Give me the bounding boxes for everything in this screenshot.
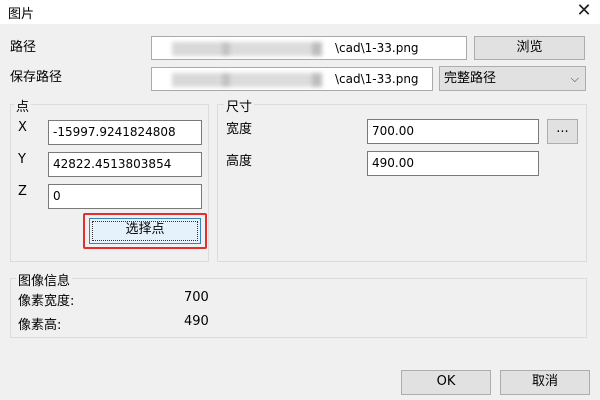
path-field[interactable]: \cad\1-33.png xyxy=(151,36,467,60)
height-label: 高度 xyxy=(226,154,253,169)
x-label: X xyxy=(18,120,27,135)
title-bar: 图片 ✕ xyxy=(0,0,600,24)
chevron-down-icon: ⌵ xyxy=(570,72,579,85)
height-input[interactable]: 490.00 xyxy=(367,151,539,176)
redacted-save-path xyxy=(172,73,322,87)
pixel-height-value: 490 xyxy=(184,314,209,329)
pixel-width-value: 700 xyxy=(184,290,209,305)
image-info-title: 图像信息 xyxy=(16,270,73,289)
width-input[interactable]: 700.00 xyxy=(367,119,539,144)
size-group-title: 尺寸 xyxy=(224,96,255,115)
focus-rect xyxy=(92,221,198,241)
pixel-width-label: 像素宽度: xyxy=(18,294,75,309)
select-point-button[interactable]: 选择点 xyxy=(89,218,201,244)
width-label: 宽度 xyxy=(226,122,253,137)
z-label: Z xyxy=(18,184,27,199)
save-path-field[interactable]: \cad\1-33.png xyxy=(151,67,433,91)
ellipsis-button[interactable]: ... xyxy=(547,119,578,144)
path-mode-value: 完整路径 xyxy=(444,71,497,86)
save-path-value: \cad\1-33.png xyxy=(335,72,419,86)
point-group-title: 点 xyxy=(14,96,32,115)
path-label: 路径 xyxy=(10,40,37,55)
save-path-label: 保存路径 xyxy=(10,70,63,85)
window-title: 图片 xyxy=(8,7,35,22)
cancel-button[interactable]: 取消 xyxy=(500,370,590,395)
ok-button[interactable]: OK xyxy=(401,370,491,395)
x-input[interactable]: -15997.9241824808 xyxy=(48,120,202,145)
z-input[interactable]: 0 xyxy=(48,184,202,209)
browse-button[interactable]: 浏览 xyxy=(474,36,585,60)
y-input[interactable]: 42822.4513803854 xyxy=(48,152,202,177)
path-mode-select[interactable]: 完整路径 ⌵ xyxy=(439,66,586,91)
image-info-group xyxy=(10,278,587,338)
pixel-height-label: 像素高: xyxy=(18,318,62,333)
close-icon[interactable]: ✕ xyxy=(574,1,594,21)
path-value: \cad\1-33.png xyxy=(335,41,419,55)
y-label: Y xyxy=(18,152,26,167)
redacted-path xyxy=(172,42,322,56)
